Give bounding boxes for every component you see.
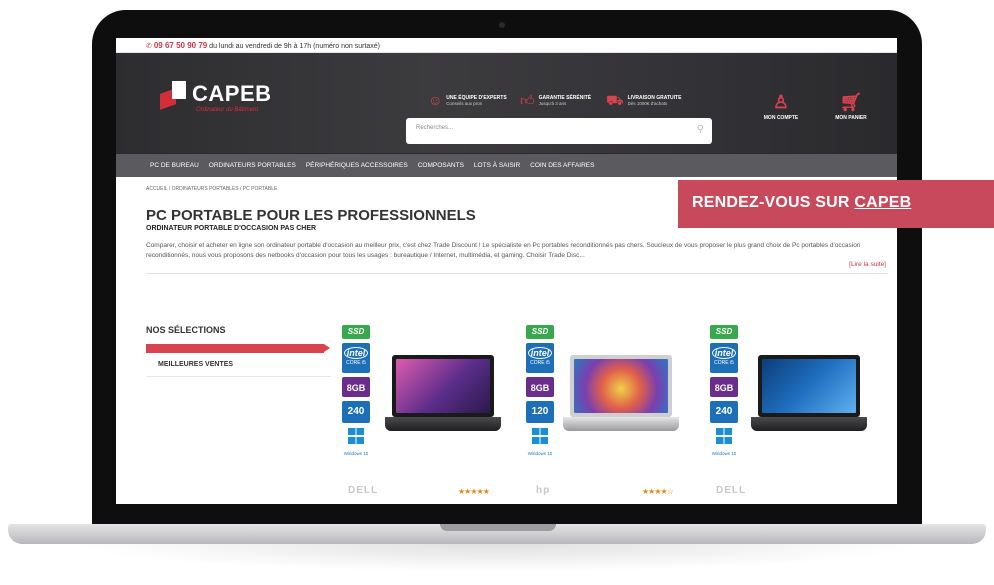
laptop-image[interactable]	[751, 355, 867, 431]
nav-item-deals[interactable]: COIN DES AFFAIRES	[530, 162, 594, 169]
truck-icon: ⛟	[606, 92, 624, 108]
usp-title: UNE ÉQUIPE D'EXPERTS	[446, 94, 507, 101]
site-logo[interactable]: CAPEB	[160, 81, 272, 110]
disk-badge: 240	[342, 401, 370, 423]
sidebar-accent-bar	[146, 344, 330, 353]
windows-badge: Windows 10	[342, 428, 370, 456]
phone-icon: ✆	[146, 43, 152, 50]
laptop-image[interactable]	[563, 355, 679, 431]
promo-link[interactable]: CAPEB	[854, 194, 911, 211]
nav-item-laptops[interactable]: ORDINATEURS PORTABLES	[209, 162, 296, 169]
brand-logo: hp	[536, 485, 551, 496]
laptop-image[interactable]	[385, 355, 501, 431]
windows-badge: Windows 10	[526, 428, 554, 456]
search-icon[interactable]: ⚲	[697, 124, 704, 135]
opening-hours: du lundi au vendredi de 9h à 17h (numéro…	[209, 43, 381, 50]
usp-title: GARANTIE SÉRÉNITÉ	[538, 94, 592, 101]
main-nav: PC DE BUREAU ORDINATEURS PORTABLES PÉRIP…	[116, 153, 897, 177]
nav-item-peripherals[interactable]: PÉRIPHÉRIQUES ACCESSOIRES	[306, 162, 408, 169]
logo-text: CAPEB	[192, 81, 272, 106]
disk-badge: 120	[526, 401, 554, 423]
windows-icon	[716, 428, 732, 444]
product-card[interactable]: SSD intel CORE i5 8GB 240 Windows 10 DELL…	[342, 325, 522, 504]
logo-tagline: Ordinateur du Bâtiment	[196, 107, 259, 113]
camera-dot	[499, 22, 505, 28]
sidebar-title: NOS SÉLECTIONS	[146, 325, 226, 335]
ram-badge: 8GB	[526, 377, 554, 397]
ssd-badge: SSD	[342, 325, 370, 339]
spec-badges: SSD intel CORE i5 8GB 120 Windows 10	[526, 325, 556, 456]
usp-experts: ☺ UNE ÉQUIPE D'EXPERTS Conseils aux pros	[428, 93, 507, 107]
logo-mark-icon	[160, 81, 188, 110]
spec-badges: SSD intel CORE i5 8GB 240 Windows 10	[710, 325, 740, 456]
spec-badges: SSD intel CORE i5 8GB 240 Windows 10	[342, 325, 372, 456]
usp-sub: Jusqu'à 3 ans	[538, 100, 567, 106]
ram-badge: 8GB	[342, 377, 370, 397]
windows-icon	[348, 428, 364, 444]
brand-logo: DELL	[716, 485, 747, 496]
windows-icon	[532, 428, 548, 444]
promo-banner[interactable]: RENDEZ-VOUS SUR CAPEB	[678, 180, 994, 228]
top-info-bar: ✆ 09 67 50 90 79 du lundi au vendredi de…	[116, 38, 897, 53]
product-grid: SSD intel CORE i5 8GB 240 Windows 10 DELL…	[342, 325, 897, 504]
divider	[146, 273, 888, 275]
product-card[interactable]: SSD intel CORE i5 8GB 120 Windows 10 hp ★…	[526, 325, 706, 504]
nav-item-desktop[interactable]: PC DE BUREAU	[150, 162, 199, 169]
rating-stars: ★★★★★	[458, 487, 490, 496]
ssd-badge: SSD	[710, 325, 738, 339]
site-header: CAPEB Ordinateur du Bâtiment ☺ UNE ÉQUIP…	[116, 53, 897, 153]
website-screen: ✆ 09 67 50 90 79 du lundi au vendredi de…	[116, 38, 897, 504]
laptop-notch	[440, 524, 556, 531]
promo-text: RENDEZ-VOUS SUR	[692, 194, 855, 211]
thumbs-up-icon: 👍︎	[520, 92, 535, 108]
usp-guarantee: 👍︎ GARANTIE SÉRÉNITÉ Jusqu'à 3 ans	[520, 93, 591, 107]
user-icon: ♙	[772, 92, 790, 112]
cart-label: MON PANIER	[835, 115, 867, 121]
windows-badge: Windows 10	[710, 428, 738, 456]
user-headset-icon: ☺	[428, 92, 443, 108]
cart-icon: 🛒︎	[839, 92, 863, 112]
nav-item-components[interactable]: COMPOSANTS	[418, 162, 464, 169]
sidebar-item-best-sellers[interactable]: MEILLEURES VENTES	[146, 353, 331, 377]
usp-sub: Dès 1000€ d'achats	[627, 100, 668, 106]
account-button[interactable]: ♙ MON COMPTE	[756, 93, 806, 121]
selections-sidebar: NOS SÉLECTIONS MEILLEURES VENTES	[146, 325, 331, 377]
read-more-link[interactable]: [Lire la suite]	[146, 261, 886, 268]
search-placeholder: Recherches...	[416, 125, 454, 131]
intel-badge: intel CORE i5	[526, 343, 554, 373]
cart-button[interactable]: 🛒︎ MON PANIER	[826, 93, 876, 121]
intel-badge: intel CORE i5	[710, 343, 738, 373]
usp-sub: Conseils aux pros	[446, 100, 483, 106]
usp-delivery: ⛟ LIVRAISON GRATUITE Dès 1000€ d'achats	[606, 93, 681, 107]
product-card[interactable]: SSD intel CORE i5 8GB 240 Windows 10 DELL	[710, 325, 890, 504]
usp-title: LIVRAISON GRATUITE	[627, 94, 682, 101]
rating-stars: ★★★★☆	[642, 487, 674, 496]
phone-number[interactable]: 09 67 50 90 79	[154, 41, 207, 50]
page-description: Comparer, choisir et acheter en ligne so…	[146, 242, 861, 260]
search-input[interactable]: Recherches... ⚲	[406, 118, 712, 144]
intel-badge: intel CORE i5	[342, 343, 370, 373]
ram-badge: 8GB	[710, 377, 738, 397]
account-label: MON COMPTE	[763, 115, 799, 121]
nav-item-lots[interactable]: LOTS À SAISIR	[474, 162, 520, 169]
laptop-mockup: ✆ 09 67 50 90 79 du lundi au vendredi de…	[0, 0, 994, 585]
brand-logo: DELL	[348, 485, 379, 496]
disk-badge: 240	[710, 401, 738, 423]
laptop-shadow	[70, 544, 924, 572]
ssd-badge: SSD	[526, 325, 554, 339]
